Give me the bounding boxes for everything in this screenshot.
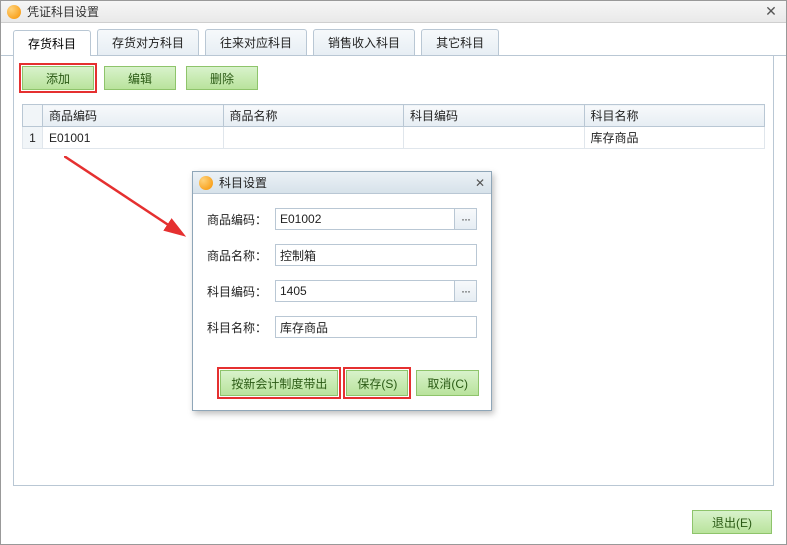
- window-title: 凭证科目设置: [27, 3, 762, 20]
- tab-sales-revenue-subject[interactable]: 销售收入科目: [313, 29, 415, 55]
- cell-product-code: E01001: [43, 127, 224, 149]
- label-product-code: 商品编码：: [207, 211, 275, 228]
- delete-button[interactable]: 删除: [186, 66, 258, 90]
- cell-seq: 1: [23, 127, 43, 149]
- col-product-name: 商品名称: [223, 105, 404, 127]
- data-grid: 商品编码 商品名称 科目编码 科目名称 1 E01001 库存商品: [22, 104, 765, 149]
- subject-code-field[interactable]: 1405: [275, 280, 455, 302]
- subject-code-lookup-button[interactable]: ···: [455, 280, 477, 302]
- col-product-code: 商品编码: [43, 105, 224, 127]
- cell-subject-name: 库存商品: [584, 127, 765, 149]
- dialog-icon: [199, 176, 213, 190]
- tab-other-subject[interactable]: 其它科目: [421, 29, 499, 55]
- label-product-name: 商品名称：: [207, 247, 275, 264]
- dialog-close-icon[interactable]: ✕: [475, 176, 485, 190]
- col-subject-code: 科目编码: [404, 105, 585, 127]
- tab-ar-ap-subject[interactable]: 往来对应科目: [205, 29, 307, 55]
- dialog-title-bar: 科目设置 ✕: [193, 172, 491, 194]
- product-name-field[interactable]: 控制箱: [275, 244, 477, 266]
- main-panel: 添加 编辑 删除 商品编码 商品名称 科目编码 科目名称 1 E01001: [13, 56, 774, 486]
- table-row[interactable]: 1 E01001 库存商品: [23, 127, 765, 149]
- dialog-body: 商品编码： E01002 ··· 商品名称： 控制箱 科目编码： 1405 ··…: [193, 194, 491, 360]
- col-seq: [23, 105, 43, 127]
- tab-inventory-subject[interactable]: 存货科目: [13, 30, 91, 56]
- table-header-row: 商品编码 商品名称 科目编码 科目名称: [23, 105, 765, 127]
- product-code-lookup-button[interactable]: ···: [455, 208, 477, 230]
- window-footer: 退出(E): [692, 510, 772, 534]
- dialog-footer: 按新会计制度带出 保存(S) 取消(C): [193, 360, 491, 410]
- tab-inventory-counter-subject[interactable]: 存货对方科目: [97, 29, 199, 55]
- subject-name-field[interactable]: 库存商品: [275, 316, 477, 338]
- window-close-icon[interactable]: ✕: [762, 3, 780, 20]
- col-subject-name: 科目名称: [584, 105, 765, 127]
- tab-strip: 存货科目 存货对方科目 往来对应科目 销售收入科目 其它科目: [1, 23, 786, 56]
- label-subject-name: 科目名称：: [207, 319, 275, 336]
- label-subject-code: 科目编码：: [207, 283, 275, 300]
- edit-button[interactable]: 编辑: [104, 66, 176, 90]
- cell-subject-code: [404, 127, 585, 149]
- save-button[interactable]: 保存(S): [346, 370, 408, 396]
- app-icon: [7, 5, 21, 19]
- toolbar: 添加 编辑 删除: [14, 56, 773, 100]
- dialog-cancel-button[interactable]: 取消(C): [416, 370, 479, 396]
- subject-settings-dialog: 科目设置 ✕ 商品编码： E01002 ··· 商品名称： 控制箱 科目编码： …: [192, 171, 492, 411]
- window-title-bar: 凭证科目设置 ✕: [1, 1, 786, 23]
- product-code-field[interactable]: E01002: [275, 208, 455, 230]
- export-by-new-accounting-button[interactable]: 按新会计制度带出: [220, 370, 338, 396]
- dialog-title: 科目设置: [219, 174, 475, 191]
- annotation-arrow-icon: [64, 156, 204, 256]
- add-button[interactable]: 添加: [22, 66, 94, 90]
- exit-button[interactable]: 退出(E): [692, 510, 772, 534]
- cell-product-name: [223, 127, 404, 149]
